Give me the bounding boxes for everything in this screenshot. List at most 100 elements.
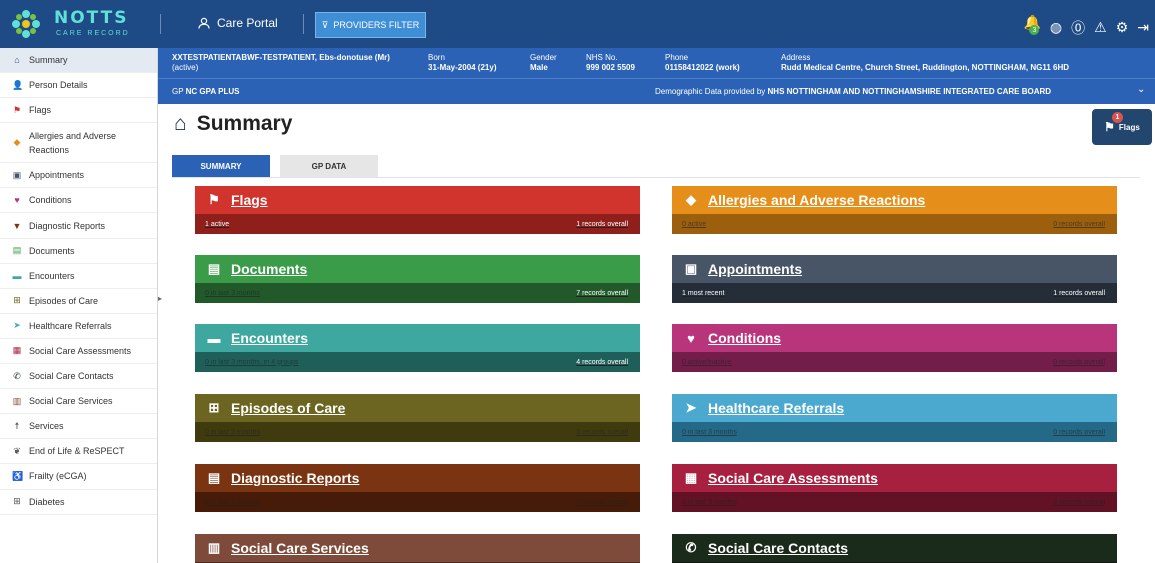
sidebar-item-social-care-contacts[interactable]: ✆ Social Care Contacts xyxy=(0,364,157,390)
warning-icon[interactable]: ⚠ xyxy=(1094,19,1107,36)
summary-card-diagnostic-reports[interactable]: ▤ Diagnostic Reports 0 in last 3 months 0 r… xyxy=(195,464,640,512)
sidebar-item-episodes-of-care[interactable]: ⊞ Episodes of Care xyxy=(0,289,157,314)
summary-card-appointments[interactable]: ▣ Appointments 1 most recent 1 records over… xyxy=(672,255,1117,303)
sidebar-item-end-of-life[interactable]: ❦ End of Life & ReSPECT xyxy=(0,439,157,465)
page-title: ⌂ Summary xyxy=(174,112,292,136)
card-summary-left[interactable]: 0 in last 3 months xyxy=(682,499,737,506)
card-title[interactable]: Encounters xyxy=(231,330,308,346)
card-summary-right[interactable]: 0 records overall xyxy=(1053,221,1105,228)
patient-name: XXTESTPATIENTABWF-TESTPATIENT, Ebs-donot… xyxy=(172,53,390,62)
logo[interactable]: NOTTS CARE RECORD xyxy=(0,0,148,48)
sidebar-item-social-care-services[interactable]: ▥ Social Care Services xyxy=(0,389,157,415)
summary-card-conditions[interactable]: ♥ Conditions 0 active/inactive 0 records ov… xyxy=(672,324,1117,372)
summary-card-flags[interactable]: ⚑ Flags 1 active 1 records overall xyxy=(195,186,640,234)
sidebar-item-documents[interactable]: ▤ Documents xyxy=(0,239,157,264)
card-title[interactable]: Diagnostic Reports xyxy=(231,470,359,486)
phone-icon: ✆ xyxy=(13,370,21,381)
sidebar-item-appointments[interactable]: ▣ Appointments xyxy=(0,163,157,189)
sidebar-item-summary[interactable]: ⌂ Summary xyxy=(0,48,157,74)
logout-icon[interactable]: ⇥ xyxy=(1137,19,1149,36)
card-summary-left[interactable]: 1 most recent xyxy=(682,290,724,297)
card-header[interactable]: ▦ Social Care Assessments xyxy=(672,464,1117,492)
summary-card-social-care-contacts[interactable]: ✆ Social Care Contacts xyxy=(672,534,1117,563)
sidebar-item-allergies[interactable]: ◆ Allergies and Adverse Reactions xyxy=(0,123,157,164)
sidebar-item-diabetes[interactable]: ⊞ Diabetes xyxy=(0,490,157,515)
divider xyxy=(303,14,304,34)
sidebar-item-social-care-assessments[interactable]: ▦ Social Care Assessments xyxy=(0,339,157,365)
sidebar-item-healthcare-referrals[interactable]: ➤ Healthcare Referrals xyxy=(0,314,157,339)
nhs-label: NHS No. xyxy=(586,53,618,62)
card-title[interactable]: Social Care Assessments xyxy=(708,470,878,486)
card-title[interactable]: Flags xyxy=(231,192,268,208)
card-summary-right[interactable]: 0 records overall xyxy=(576,499,628,506)
sidebar-item-conditions[interactable]: ♥ Conditions xyxy=(0,188,157,214)
card-header[interactable]: ◆ Allergies and Adverse Reactions xyxy=(672,186,1117,214)
card-summary-left[interactable]: 0 in last 3 months xyxy=(205,429,260,436)
card-summary-right[interactable]: 4 records overall xyxy=(576,359,628,366)
card-title[interactable]: Allergies and Adverse Reactions xyxy=(708,192,925,208)
card-summary-right[interactable]: 7 records overall xyxy=(576,290,628,297)
sidebar-item-person-details[interactable]: 👤 Person Details xyxy=(0,73,157,99)
sidebar-item-services[interactable]: ☨ Services xyxy=(0,414,157,440)
summary-card-healthcare-referrals[interactable]: ➤ Healthcare Referrals 0 in last 3 months 0… xyxy=(672,394,1117,442)
care-portal-button[interactable]: Care Portal xyxy=(198,16,278,30)
flags-float-button[interactable]: 1 ⚑ Flags xyxy=(1092,109,1152,145)
phone-label: Phone xyxy=(665,53,689,62)
bell-icon[interactable]: 🔔 3 xyxy=(1023,14,1041,41)
card-header[interactable]: ▤ Documents xyxy=(195,255,640,283)
card-summary-left[interactable]: 0 in last 3 months, in 4 groups xyxy=(205,359,298,366)
summary-card-social-care-assessments[interactable]: ▦ Social Care Assessments 0 in last 3 mont… xyxy=(672,464,1117,512)
card-summary-left[interactable]: 0 active/inactive xyxy=(682,359,732,366)
summary-card-episodes-of-care[interactable]: ⊞ Episodes of Care 0 in last 3 months 0 rec… xyxy=(195,394,640,442)
sidebar-item-label: Flags xyxy=(29,105,52,116)
card-title[interactable]: Social Care Contacts xyxy=(708,540,848,556)
card-summary-right[interactable]: 1 records overall xyxy=(1053,290,1105,297)
tab-summary[interactable]: SUMMARY xyxy=(172,155,270,177)
card-title[interactable]: Conditions xyxy=(708,330,781,346)
sidebar-item-diagnostic-reports[interactable]: ▼ Diagnostic Reports xyxy=(0,213,157,239)
card-title[interactable]: Documents xyxy=(231,261,307,277)
clipboard-icon: ▦ xyxy=(12,345,22,356)
sidebar-item-label: Social Care Services xyxy=(29,396,113,407)
card-summary-right[interactable]: 1 records overall xyxy=(576,221,628,228)
card-header[interactable]: ▬ Encounters xyxy=(195,324,640,352)
chevron-down-icon[interactable]: ⌄ xyxy=(1137,85,1145,95)
card-header[interactable]: ✆ Social Care Contacts xyxy=(672,534,1117,562)
card-summary-left[interactable]: 0 in last 3 months xyxy=(205,290,260,297)
born-value: 31-May-2004 (21y) xyxy=(428,63,497,72)
card-header[interactable]: ⚑ Flags xyxy=(195,186,640,214)
summary-card-encounters[interactable]: ▬ Encounters 0 in last 3 months, in 4 grou… xyxy=(195,324,640,372)
card-summary-left[interactable]: 0 in last 3 months xyxy=(682,429,737,436)
card-header[interactable]: ♥ Conditions xyxy=(672,324,1117,352)
summary-card-social-care-services[interactable]: ▥ Social Care Services xyxy=(195,534,640,563)
card-summary-right[interactable]: 0 records overall xyxy=(1053,359,1105,366)
card-header[interactable]: ⊞ Episodes of Care xyxy=(195,394,640,422)
tab-gp-data[interactable]: GP DATA xyxy=(280,155,378,177)
help-icon[interactable]: ⓪ xyxy=(1071,18,1085,38)
card-summary-left[interactable]: 1 active xyxy=(205,221,229,228)
card-title[interactable]: Episodes of Care xyxy=(231,400,345,416)
sidebar-item-flags[interactable]: ⚑ Flags xyxy=(0,98,157,124)
sidebar-item-encounters[interactable]: ▬ Encounters xyxy=(0,264,157,289)
sidebar-item-frailty[interactable]: ♿ Frailty (eCGA) xyxy=(0,464,157,490)
card-header[interactable]: ➤ Healthcare Referrals xyxy=(672,394,1117,422)
address-field: Address Rudd Medical Centre, Church Stree… xyxy=(781,53,1069,73)
providers-filter-button[interactable]: ⊽ PROVIDERS FILTER xyxy=(315,12,426,38)
demographic-value: NHS NOTTINGHAM AND NOTTINGHAMSHIRE INTEG… xyxy=(767,87,1052,96)
sidebar-collapse-arrow-icon[interactable]: ▸ xyxy=(158,294,162,303)
summary-card-documents[interactable]: ▤ Documents 0 in last 3 months 7 records ov… xyxy=(195,255,640,303)
card-summary-left[interactable]: 0 in last 3 months xyxy=(205,499,260,506)
card-title[interactable]: Appointments xyxy=(708,261,802,277)
gear-icon[interactable]: ⚙ xyxy=(1116,19,1129,36)
summary-card-allergies-and-adverse-reactions[interactable]: ◆ Allergies and Adverse Reactions 0 active… xyxy=(672,186,1117,234)
card-title[interactable]: Social Care Services xyxy=(231,540,369,556)
card-header[interactable]: ▥ Social Care Services xyxy=(195,534,640,562)
card-summary-right[interactable]: 0 records overall xyxy=(576,429,628,436)
globe-icon[interactable]: ◍ xyxy=(1050,19,1062,36)
card-summary-left[interactable]: 0 active xyxy=(682,221,706,228)
card-summary-right[interactable]: 0 records overall xyxy=(1053,429,1105,436)
card-header[interactable]: ▣ Appointments xyxy=(672,255,1117,283)
card-summary-right[interactable]: 0 records overall xyxy=(1053,499,1105,506)
card-header[interactable]: ▤ Diagnostic Reports xyxy=(195,464,640,492)
card-title[interactable]: Healthcare Referrals xyxy=(708,400,844,416)
